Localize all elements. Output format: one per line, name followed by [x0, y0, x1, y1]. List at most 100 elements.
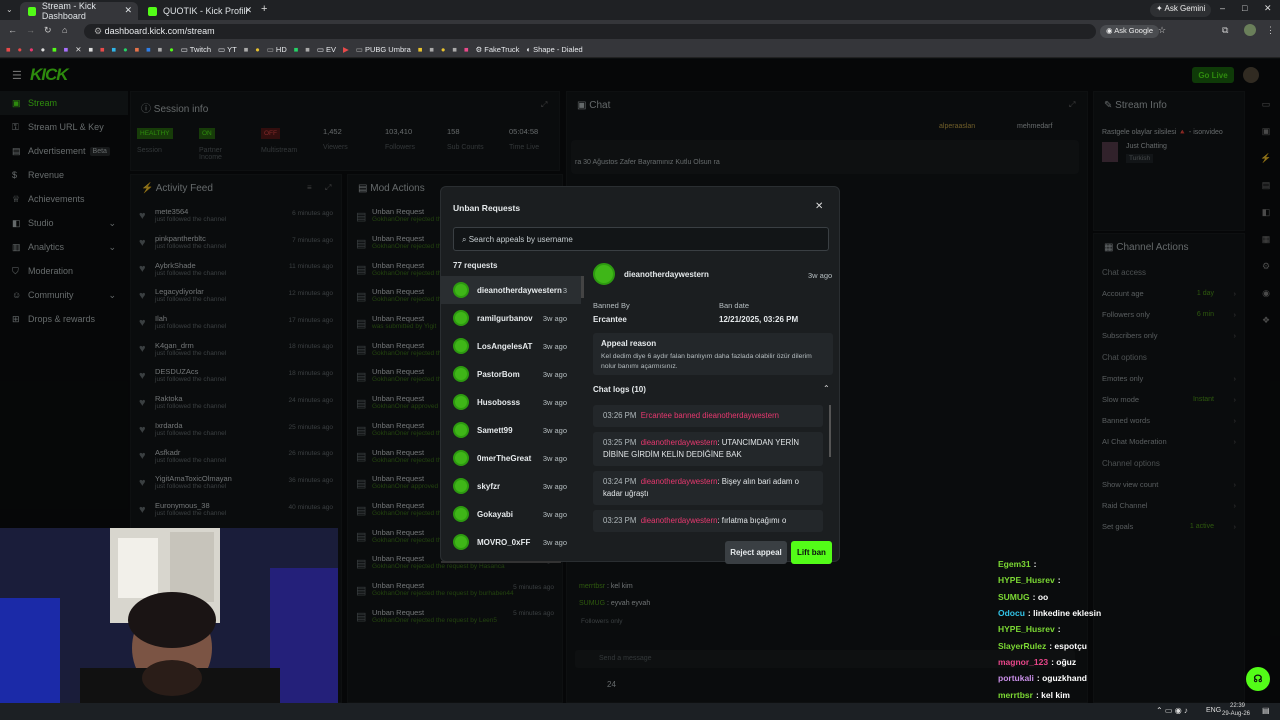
- back-icon[interactable]: ←: [8, 25, 17, 35]
- bookmark-ev[interactable]: ▭ EV: [317, 45, 336, 54]
- bookmark-icon[interactable]: ●: [123, 45, 128, 54]
- bookmark-icon[interactable]: ■: [146, 45, 151, 54]
- tab-kick-profile[interactable]: QUOTIK - Kick Profili ✕: [140, 2, 258, 20]
- forward-icon[interactable]: →: [26, 25, 35, 35]
- avatar: [453, 394, 469, 410]
- request-item[interactable]: LosAngelesAT 3w ago: [441, 332, 581, 360]
- search-input[interactable]: ⌕ Search appeals by username: [453, 227, 829, 251]
- reload-icon[interactable]: ↻: [44, 25, 52, 36]
- tab-stream-dashboard[interactable]: Stream - Kick Dashboard ✕: [20, 1, 138, 21]
- close-window-button[interactable]: ✕: [1264, 3, 1272, 14]
- request-time: 3w ago: [542, 481, 567, 491]
- bookmark-icon[interactable]: ●: [441, 45, 446, 54]
- stream-chat-overlay: Egem31: HYPE_Husrev: SUMUG: oo Odocu: linke…: [998, 556, 1148, 719]
- home-icon[interactable]: ⌂: [62, 25, 67, 35]
- reject-appeal-button[interactable]: Reject appeal: [725, 541, 787, 564]
- minimize-button[interactable]: –: [1220, 3, 1225, 13]
- bookmark-icon[interactable]: ●: [169, 45, 174, 54]
- bookmark-icon[interactable]: ●: [41, 45, 46, 54]
- maximize-button[interactable]: □: [1242, 3, 1247, 13]
- menu-icon[interactable]: ⋮: [1266, 25, 1275, 36]
- bookmarks-bar: ■ ● ● ● ■ ■ ✕ ■ ■ ■ ● ■ ■ ■ ● ▭ Twitch ▭…: [0, 42, 1280, 58]
- bookmark-icon[interactable]: ■: [464, 45, 469, 54]
- bookmark-yt[interactable]: ▭ YT: [218, 45, 237, 54]
- logs-scrollbar[interactable]: [829, 405, 831, 457]
- bookmark-label: FakeTruck: [484, 45, 520, 54]
- list-scrollbar[interactable]: [581, 276, 584, 298]
- url-field[interactable]: ⚙ dashboard.kick.com/stream: [84, 24, 1096, 39]
- request-count: 77 requests: [453, 261, 498, 270]
- bookmark-icon[interactable]: ■: [294, 45, 299, 54]
- profile-avatar[interactable]: [1244, 24, 1256, 36]
- overlay-chat-text: :: [1057, 575, 1061, 586]
- extensions-icon[interactable]: ⧉: [1222, 25, 1228, 36]
- bookmark-icon[interactable]: ■: [88, 45, 93, 54]
- request-item[interactable]: 0merTheGreat 3w ago: [441, 444, 581, 472]
- overlay-chat-text: :: [1033, 559, 1037, 570]
- bookmark-icon[interactable]: ■: [418, 45, 423, 54]
- bookmark-icon[interactable]: ●: [29, 45, 34, 54]
- log-username: dieanotherdaywestern: [640, 438, 718, 447]
- bookmark-icon[interactable]: ■: [100, 45, 105, 54]
- bookmark-hd[interactable]: ▭ HD: [267, 45, 287, 54]
- request-time: 3w ago: [542, 453, 567, 463]
- bookmark-icon[interactable]: ■: [244, 45, 249, 54]
- request-item[interactable]: Husobosss 3w ago: [441, 388, 581, 416]
- bookmark-icon[interactable]: ■: [158, 45, 163, 54]
- bookmark-icon[interactable]: ■: [6, 45, 11, 54]
- bookmark-icon[interactable]: ■: [305, 45, 310, 54]
- language-indicator[interactable]: ENG: [1206, 707, 1221, 714]
- ask-gemini-button[interactable]: ✦ Ask Gemini: [1150, 3, 1212, 17]
- request-item[interactable]: Samett99 3w ago: [441, 416, 581, 444]
- request-item[interactable]: skyfzr 3w ago: [441, 472, 581, 500]
- tab-search-icon[interactable]: ⌄: [6, 5, 13, 14]
- bookmark-icon[interactable]: ■: [112, 45, 117, 54]
- close-icon[interactable]: ✕: [244, 5, 252, 16]
- log-time: 03:25 PM: [603, 438, 637, 447]
- bookmark-icon[interactable]: ✕: [75, 45, 81, 54]
- ask-google-button[interactable]: ◉ Ask Google: [1100, 25, 1159, 38]
- request-item[interactable]: PastorBom 3w ago: [441, 360, 581, 388]
- close-icon[interactable]: ✕: [815, 201, 823, 212]
- help-chat-button[interactable]: ☊: [1246, 667, 1270, 691]
- request-item[interactable]: ramilgurbanov 3w ago: [441, 304, 581, 332]
- overlay-chat-user: Odocu: [998, 608, 1025, 619]
- close-icon[interactable]: ✕: [124, 5, 132, 16]
- overlay-chat-user: SlayerRulez: [998, 640, 1047, 651]
- overlay-chat-user: SUMUG: [998, 591, 1030, 602]
- lift-ban-button[interactable]: Lift ban: [791, 541, 832, 564]
- bookmark-pubg[interactable]: ▭ PUBG Umbra: [356, 45, 411, 54]
- notification-icon[interactable]: ▤: [1262, 706, 1270, 715]
- hd-icon: ▭: [266, 45, 276, 54]
- list-h-scrollbar[interactable]: [441, 561, 561, 563]
- star-icon[interactable]: ☆: [1158, 25, 1166, 36]
- bookmark-icon[interactable]: ■: [452, 45, 457, 54]
- overlay-chat-user: Egem31: [998, 559, 1031, 570]
- clock-time[interactable]: 22:39: [1230, 703, 1245, 709]
- tray-icons[interactable]: ⌃ ▭ ◉ ♪: [1156, 706, 1188, 715]
- bookmark-faketruck[interactable]: ⚙ FakeTruck: [475, 45, 519, 54]
- bookmark-icon[interactable]: ■: [429, 45, 434, 54]
- browser-tab-bar: ⌄ Stream - Kick Dashboard ✕ QUOTIK - Kic…: [0, 0, 1280, 21]
- log-username: dieanotherdaywestern: [640, 477, 718, 486]
- request-item[interactable]: dieanotherdaywestern 3: [441, 276, 581, 304]
- chat-log-entry: 03:23 PM dieanotherdaywestern: fırlatma …: [593, 510, 823, 532]
- bookmark-icon[interactable]: ■: [52, 45, 57, 54]
- clock-date[interactable]: 29-Aug-26: [1222, 711, 1250, 717]
- bookmark-twitch[interactable]: ▭ Twitch: [181, 45, 211, 54]
- bookmark-icon[interactable]: ●: [18, 45, 23, 54]
- overlay-chat-line: HYPE_Husrev:: [998, 621, 1148, 637]
- request-item[interactable]: Gokayabi 3w ago: [441, 500, 581, 528]
- request-item[interactable]: MOVRO_0xFF 3w ago: [441, 528, 581, 556]
- new-tab-button[interactable]: +: [261, 3, 267, 15]
- bookmark-icon[interactable]: ▶: [343, 45, 349, 54]
- chat-logs-label[interactable]: Chat logs (10): [593, 385, 646, 394]
- chevron-up-icon[interactable]: ⌃: [823, 384, 830, 393]
- bookmark-icon[interactable]: ●: [255, 45, 260, 54]
- bookmark-shape[interactable]: ◐ Shape - Dialed: [526, 45, 582, 54]
- bookmark-icon[interactable]: ■: [135, 45, 140, 54]
- windows-taskbar: ⌃ ▭ ◉ ♪ ENG 22:39 29-Aug-26 ▤: [0, 703, 1280, 720]
- overlay-chat-user: magnor_123: [998, 656, 1049, 667]
- appeal-reason-label: Appeal reason: [601, 339, 657, 348]
- bookmark-icon[interactable]: ■: [64, 45, 69, 54]
